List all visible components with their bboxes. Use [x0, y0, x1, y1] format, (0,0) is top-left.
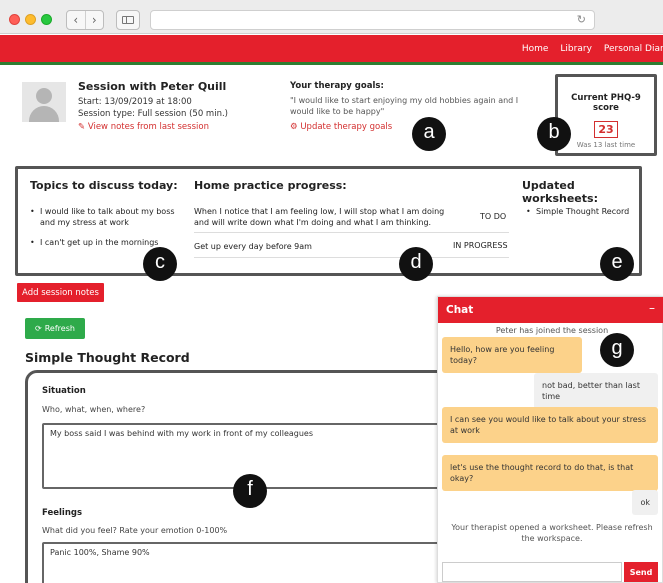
- topics-heading: Topics to discuss today:: [30, 179, 178, 192]
- divider: [194, 232, 509, 233]
- worksheet-opened-notice: Your therapist opened a worksheet. Pleas…: [451, 523, 653, 543]
- callout-badge-d: d: [399, 247, 433, 281]
- chat-message-therapist: let's use the thought record to do that,…: [442, 455, 658, 491]
- app-window: ‹ › ↻ Home Library Personal Diary Sessio…: [0, 0, 663, 583]
- avatar: [22, 82, 66, 122]
- chat-header: Chat –: [438, 297, 663, 323]
- session-overview-panel: Topics to discuss today: I would like to…: [15, 166, 642, 276]
- phq-heading: Current PHQ-9 score: [571, 93, 641, 113]
- feelings-hint: What did you feel? Rate your emotion 0-1…: [42, 526, 228, 535]
- callout-badge-c: c: [143, 247, 177, 281]
- chat-title: Chat: [446, 304, 474, 316]
- session-title: Session with Peter Quill: [78, 80, 227, 93]
- callout-badge-g: g: [600, 333, 634, 367]
- refresh-icon: ⟳: [35, 324, 42, 333]
- refresh-button[interactable]: ⟳ Refresh: [25, 318, 85, 339]
- minimize-chat-button[interactable]: –: [649, 301, 655, 315]
- nav-diary-link[interactable]: Personal Diary: [604, 44, 663, 54]
- chat-message-therapist: I can see you would like to talk about y…: [442, 407, 658, 443]
- callout-badge-a: a: [412, 117, 446, 151]
- situation-label: Situation: [42, 386, 86, 396]
- situation-hint: Who, what, when, where?: [42, 405, 146, 414]
- worksheets-heading: Updated worksheets:: [522, 179, 598, 205]
- zoom-window-button[interactable]: [41, 14, 52, 25]
- practice-status-badge: TO DO: [480, 212, 507, 221]
- edit-icon: ✎: [78, 122, 86, 132]
- chat-send-button[interactable]: Send: [624, 562, 658, 582]
- session-type: Session type: Full session (50 min.): [78, 109, 228, 119]
- chat-message-therapist: Hello, how are you feeling today?: [442, 337, 582, 373]
- reload-icon[interactable]: ↻: [577, 13, 586, 26]
- home-practice-heading: Home practice progress:: [194, 179, 347, 192]
- history-nav: ‹ ›: [66, 10, 104, 30]
- feelings-textarea[interactable]: Panic 100%, Shame 90%: [42, 542, 482, 583]
- feelings-label: Feelings: [42, 508, 83, 518]
- chat-message-input[interactable]: [442, 562, 622, 582]
- session-start: Start: 13/09/2019 at 18:00: [78, 97, 192, 107]
- goals-text: "I would like to start enjoying my old h…: [290, 96, 519, 116]
- callout-badge-f: f: [233, 474, 267, 508]
- sidebar-icon: [122, 16, 134, 24]
- chat-message-client: not bad, better than last time: [534, 373, 658, 409]
- practice-item-text: Get up every day before 9am: [194, 242, 312, 251]
- back-arrow-icon[interactable]: ‹: [67, 11, 85, 29]
- address-bar[interactable]: ↻: [150, 10, 595, 30]
- callout-badge-b: b: [537, 117, 571, 151]
- update-goals-link[interactable]: ⚙ Update therapy goals: [290, 122, 392, 132]
- goals-heading: Your therapy goals:: [290, 81, 384, 91]
- divider: [194, 257, 509, 258]
- forward-arrow-icon[interactable]: ›: [84, 11, 104, 29]
- chat-message-client: ok: [632, 490, 658, 515]
- worksheet-title: Simple Thought Record: [25, 350, 190, 365]
- phq-last-score: Was 13 last time: [576, 141, 636, 149]
- worksheet-item[interactable]: Simple Thought Record: [526, 206, 636, 217]
- gear-icon: ⚙: [290, 122, 298, 132]
- phq-score-value: 23: [594, 121, 618, 138]
- app-navbar: Home Library Personal Diary: [0, 35, 663, 65]
- minimize-window-button[interactable]: [25, 14, 36, 25]
- sidebar-toggle-button[interactable]: [116, 10, 140, 30]
- chat-join-notice: Peter has joined the session: [495, 326, 609, 335]
- nav-library-link[interactable]: Library: [560, 44, 591, 54]
- practice-status-badge: IN PROGRESS: [453, 241, 508, 250]
- nav-home-link[interactable]: Home: [522, 44, 549, 54]
- browser-toolbar: ‹ › ↻: [0, 0, 663, 34]
- close-window-button[interactable]: [9, 14, 20, 25]
- topic-item: I would like to talk about my boss and m…: [30, 206, 180, 228]
- callout-badge-e: e: [600, 247, 634, 281]
- view-notes-link[interactable]: ✎ View notes from last session: [78, 122, 209, 132]
- practice-item-text: When I notice that I am feeling low, I w…: [194, 207, 445, 227]
- add-session-notes-button[interactable]: Add session notes: [17, 283, 104, 302]
- phq-score-panel: Current PHQ-9 score 23 Was 13 last time: [555, 74, 657, 156]
